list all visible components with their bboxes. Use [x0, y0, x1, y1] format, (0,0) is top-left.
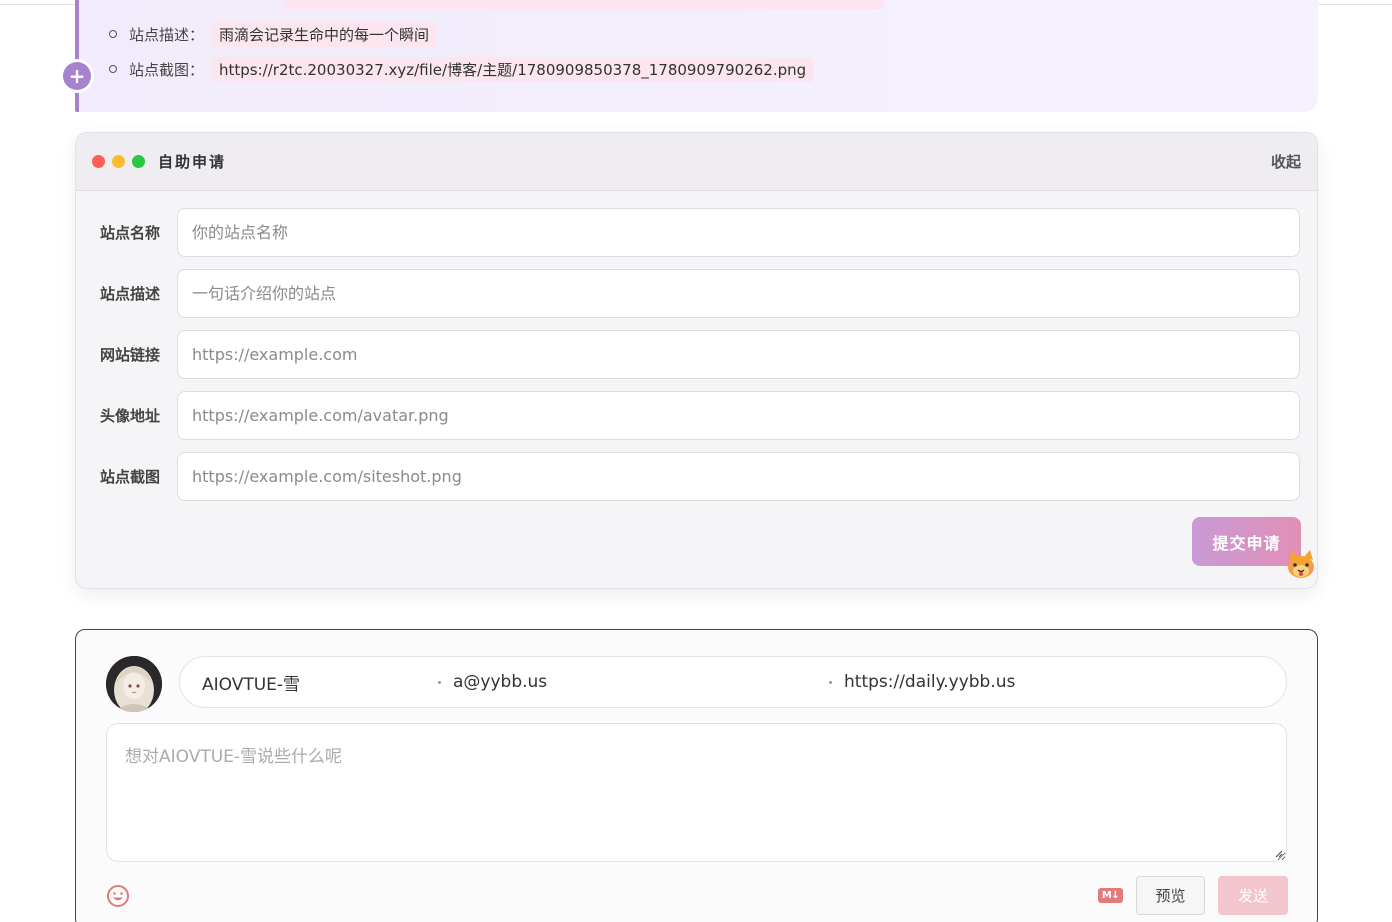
- emoji-icon[interactable]: [106, 884, 130, 908]
- window-dot-red: [92, 155, 105, 168]
- form-label: 站点截图: [100, 468, 161, 486]
- comment-box: AIOVTUE-雪 a@yybb.us https://daily.yybb.u…: [75, 629, 1318, 922]
- collapse-button[interactable]: 收起: [1271, 151, 1301, 172]
- cat-mascot-icon: [1288, 550, 1314, 578]
- site-info-value: https://r2tc.20030327.xyz/file/博客/主题/178…: [212, 56, 814, 82]
- commenter-info-bar: AIOVTUE-雪 a@yybb.us https://daily.yybb.u…: [179, 656, 1287, 708]
- markdown-icon[interactable]: M↓: [1098, 888, 1123, 903]
- list-bullet: [109, 65, 117, 73]
- comment-textarea[interactable]: [106, 723, 1287, 862]
- site-description-input[interactable]: [177, 269, 1300, 318]
- email-value: a@yybb.us: [453, 672, 548, 692]
- site-name-input[interactable]: [177, 208, 1300, 257]
- send-button[interactable]: 发送: [1218, 876, 1288, 915]
- preview-button[interactable]: 预览: [1136, 876, 1205, 915]
- field-separator: [829, 681, 832, 684]
- form-label: 站点描述: [100, 285, 161, 303]
- site-link-input[interactable]: [177, 330, 1300, 379]
- plus-icon[interactable]: +: [63, 62, 91, 90]
- form-label: 站点名称: [100, 224, 161, 242]
- website-field[interactable]: https://daily.yybb.us: [844, 657, 1264, 707]
- self-apply-card: 自助申请 收起 站点名称 站点描述 网站链接 头像地址 站点截图 提交申请: [75, 132, 1318, 589]
- window-dot-yellow: [112, 155, 125, 168]
- site-info-key: 站点描述：: [129, 25, 205, 44]
- avatar[interactable]: [106, 656, 162, 712]
- field-separator: [438, 681, 441, 684]
- site-info-row-description: 站点描述： 雨滴会记录生命中的每一个瞬间: [109, 21, 437, 47]
- nickname-value: AIOVTUE-雪: [202, 674, 301, 695]
- site-info-key: 站点截图：: [129, 60, 205, 79]
- site-screenshot-input[interactable]: [177, 452, 1300, 501]
- resize-grip-icon[interactable]: [1273, 848, 1283, 858]
- form-row-site-link: 网站链接: [76, 330, 1319, 379]
- email-field[interactable]: a@yybb.us: [453, 657, 823, 707]
- avatar-url-input[interactable]: [177, 391, 1300, 440]
- form-label: 网站链接: [100, 346, 161, 364]
- nickname-field[interactable]: AIOVTUE-雪: [202, 657, 432, 707]
- cut-off-code-highlight: [284, 0, 884, 9]
- avatar-image: [106, 656, 162, 712]
- apply-card-header: 自助申请 收起: [76, 133, 1317, 191]
- form-row-site-screenshot: 站点截图: [76, 452, 1319, 501]
- page: 站点描述： 雨滴会记录生命中的每一个瞬间 站点截图： https://r2tc.…: [0, 0, 1392, 922]
- form-label: 头像地址: [100, 407, 161, 425]
- website-value: https://daily.yybb.us: [844, 672, 1016, 692]
- list-bullet: [109, 30, 117, 38]
- form-row-avatar-url: 头像地址: [76, 391, 1319, 440]
- form-row-site-name: 站点名称: [76, 208, 1319, 257]
- window-dot-green: [132, 155, 145, 168]
- site-info-value: 雨滴会记录生命中的每一个瞬间: [212, 21, 437, 47]
- form-row-site-description: 站点描述: [76, 269, 1319, 318]
- apply-card-title: 自助申请: [158, 153, 227, 171]
- site-info-quote: 站点描述： 雨滴会记录生命中的每一个瞬间 站点截图： https://r2tc.…: [75, 0, 1318, 112]
- site-info-row-screenshot: 站点截图： https://r2tc.20030327.xyz/file/博客/…: [109, 56, 814, 82]
